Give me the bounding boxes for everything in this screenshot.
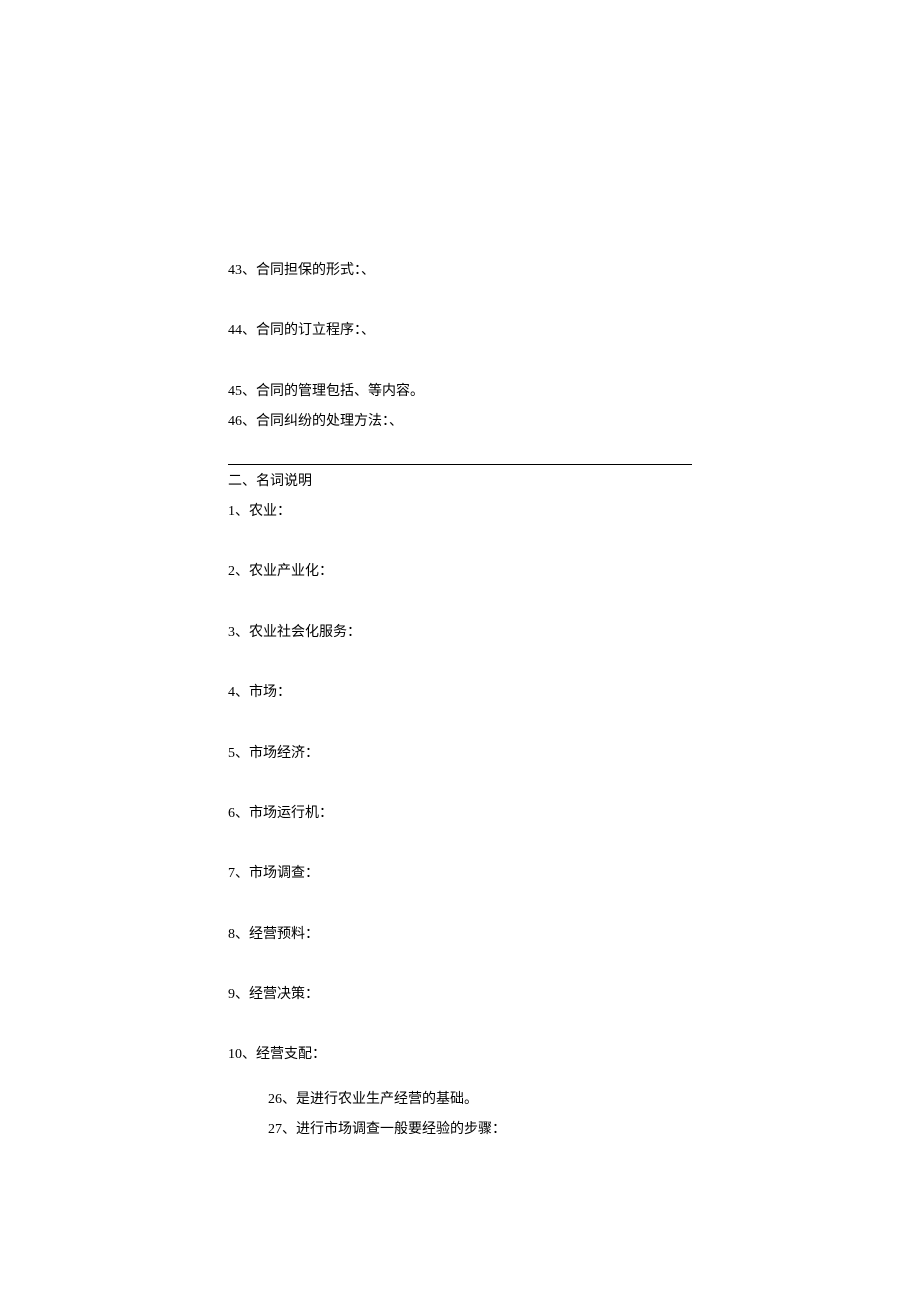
- term-text: 7、市场调查：: [228, 866, 319, 881]
- question-26: 26、是进行农业生产经营的基础。: [228, 1089, 692, 1111]
- term-3: 3、农业社会化服务：: [228, 622, 692, 644]
- question-text: 26、是进行农业生产经营的基础。: [268, 1092, 478, 1107]
- term-5: 5、市场经济：: [228, 743, 692, 765]
- question-46: 46、合同纠纷的处理方法：、: [228, 411, 692, 433]
- term-text: 5、市场经济：: [228, 746, 319, 761]
- term-4: 4、市场：: [228, 682, 692, 704]
- question-text: 46、合同纠纷的处理方法：、: [228, 414, 403, 429]
- term-1: 1、农业：: [228, 501, 692, 523]
- question-text: 45、合同的管理包括、等内容。: [228, 384, 424, 399]
- term-text: 3、农业社会化服务：: [228, 625, 361, 640]
- term-text: 10、经营支配：: [228, 1047, 326, 1062]
- question-44: 44、合同的订立程序：、: [228, 320, 692, 342]
- question-text: 27、进行市场调查一般要经验的步骤：: [268, 1122, 506, 1137]
- question-text: 43、合同担保的形式：、: [228, 263, 375, 278]
- term-2: 2、农业产业化：: [228, 561, 692, 583]
- term-7: 7、市场调查：: [228, 863, 692, 885]
- term-text: 4、市场：: [228, 685, 291, 700]
- term-10: 10、经营支配：: [228, 1044, 692, 1066]
- term-text: 8、经营预料：: [228, 927, 319, 942]
- term-text: 1、农业：: [228, 504, 291, 519]
- term-6: 6、市场运行机：: [228, 803, 692, 825]
- question-text: 44、合同的订立程序：、: [228, 323, 375, 338]
- term-text: 2、农业产业化：: [228, 564, 333, 579]
- section-2-title: 二、名词说明: [228, 471, 692, 493]
- term-8: 8、经营预料：: [228, 924, 692, 946]
- term-text: 9、经营决策：: [228, 987, 319, 1002]
- term-9: 9、经营决策：: [228, 984, 692, 1006]
- question-27: 27、进行市场调查一般要经验的步骤：: [228, 1119, 692, 1141]
- question-45: 45、合同的管理包括、等内容。: [228, 381, 692, 403]
- term-text: 6、市场运行机：: [228, 806, 333, 821]
- page-container: 43、合同担保的形式：、 44、合同的订立程序：、 45、合同的管理包括、等内容…: [0, 0, 920, 1142]
- section-divider: [228, 464, 692, 465]
- section-title-text: 二、名词说明: [228, 474, 312, 489]
- question-43: 43、合同担保的形式：、: [228, 260, 692, 282]
